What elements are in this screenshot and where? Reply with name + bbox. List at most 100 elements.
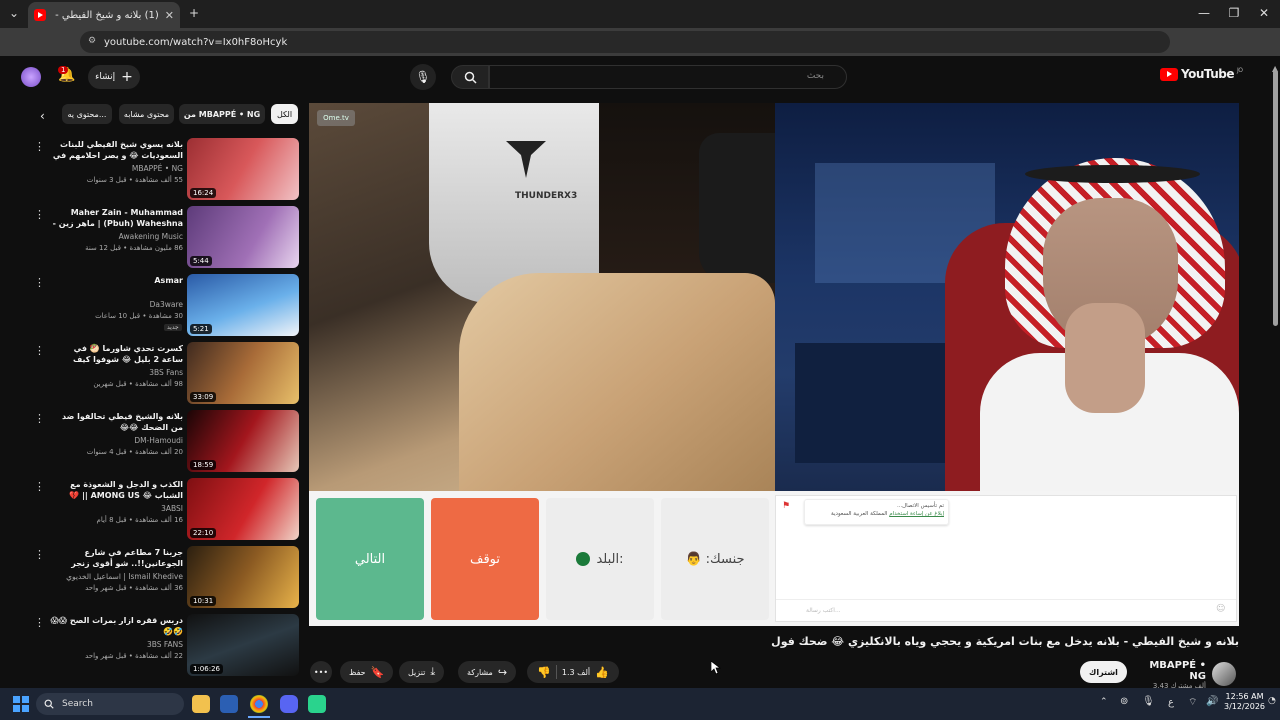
emoji-icon[interactable]: ☺ [1216, 604, 1225, 614]
list-item[interactable]: ⋮ كسرت تحدي شاورما 🥙 في ساعة 2 بليل 😂 شو… [34, 342, 300, 406]
video-title[interactable]: Maher Zain - Muhammad (Pbuh) Waheshna | … [50, 207, 183, 229]
dislike-icon[interactable]: 👎 [537, 666, 551, 679]
tab-title: (1) بلانه و شيخ الفيطي - بلانه [52, 9, 159, 21]
more-options-icon[interactable]: ⋮ [34, 480, 45, 493]
site-info-icon[interactable]: ⚙ [88, 36, 96, 46]
tray-app-icon[interactable]: ⊚ [1120, 696, 1128, 707]
create-button[interactable]: إنشاء + [88, 65, 140, 89]
search-button[interactable] [451, 65, 489, 89]
channel-name[interactable]: 3ABSI [50, 504, 183, 513]
app-icon[interactable] [308, 695, 326, 713]
restore-icon[interactable]: ❐ [1226, 6, 1242, 20]
more-options-icon[interactable]: ⋮ [34, 344, 45, 357]
connection-status-text: تم تأسيس الاتصال... [896, 503, 944, 509]
more-options-icon[interactable]: ⋮ [34, 412, 45, 425]
list-item[interactable]: ⋮ جربنا 7 مطاعم في شارع الجوعانين!!.. شو… [34, 546, 300, 610]
next-button[interactable]: التالي [316, 498, 424, 620]
share-button[interactable]: مشاركة ↪ [458, 661, 517, 683]
video-title[interactable]: الكذب و الدجل و الشعوذة مع الشباب 😂 AMON… [50, 479, 183, 501]
subscribe-button[interactable]: اشتراك [1080, 661, 1127, 683]
wifi-icon[interactable]: ⌔ [1188, 696, 1197, 709]
video-title[interactable]: جربنا 7 مطاعم في شارع الجوعانين!!.. شو أ… [50, 547, 183, 569]
list-item[interactable]: ⋮ بلانه والشيخ فيطي تحالفوا ضد من الضحك … [34, 410, 300, 474]
chat-panel: ⚑ تم تأسيس الاتصال... إبلاغ عن إساءة است… [775, 495, 1237, 622]
address-bar[interactable]: ⚙ youtube.com/watch?v=Ix0hF8oHcyk [80, 31, 1170, 53]
language-indicator[interactable]: ع [1168, 697, 1174, 708]
plus-icon: + [121, 69, 133, 85]
tray-overflow-icon[interactable]: ⌃ [1100, 697, 1108, 707]
video-title[interactable]: دربس ققره ازار بمرات الصح 😱😱🤣🤣 [50, 615, 183, 637]
channel-name[interactable]: DM-Hamoudi [50, 436, 183, 445]
video-title[interactable]: Asmar [50, 275, 183, 286]
notification-center-icon[interactable]: ◔ [1268, 696, 1276, 706]
duration-badge: 10:31 [190, 596, 217, 606]
video-title[interactable]: كسرت تحدي شاورما 🥙 في ساعة 2 بليل 😂 شوفو… [50, 343, 183, 365]
taskbar-search[interactable]: Search [36, 693, 184, 715]
channel-name-main[interactable]: MBAPPÉ • NG [1130, 660, 1206, 682]
chat-input[interactable]: اكتب رسالة... [806, 607, 841, 614]
more-options-icon[interactable]: ⋮ [34, 208, 45, 221]
tab-search-icon[interactable]: ⌄ [6, 6, 22, 20]
browser-tab[interactable]: (1) بلانه و شيخ الفيطي - بلانه ✕ [28, 2, 180, 28]
more-options-icon[interactable]: ⋮ [34, 276, 45, 289]
video-player[interactable]: THUNDERX3 Ome.tv التالي توقف البلد: 👨 :ج… [309, 103, 1239, 626]
channel-name[interactable]: MBAPPÉ • NG [50, 164, 183, 173]
video-title[interactable]: بلانه يسوي شيخ الفيطي للبنات السعوديات 😂… [50, 139, 183, 161]
list-item[interactable]: ⋮ الكذب و الدجل و الشعوذة مع الشباب 😂 AM… [34, 478, 300, 542]
channel-name[interactable]: اسماعيل الخديوي | Ismail Khedive [50, 572, 183, 581]
list-item[interactable]: ⋮ Maher Zain - Muhammad (Pbuh) Waheshna … [34, 206, 300, 270]
country-button[interactable]: البلد: [546, 498, 654, 620]
more-actions-button[interactable]: ••• [310, 661, 332, 683]
new-tab-button[interactable]: + [186, 6, 202, 20]
video-meta: 36 ألف مشاهدة • قبل شهر واحد [85, 584, 183, 592]
more-options-icon[interactable]: ⋮ [34, 140, 45, 153]
video-title[interactable]: بلانه والشيخ فيطي تحالفوا ضد من الضحك 😂😂 [50, 411, 183, 433]
tab-close-icon[interactable]: ✕ [165, 9, 174, 22]
report-abuse-link[interactable]: إبلاغ عن إساءة استخدام [889, 511, 944, 517]
search-input[interactable]: بحث [489, 65, 847, 89]
chip-all[interactable]: الكل [271, 104, 298, 124]
file-explorer-icon[interactable] [192, 695, 210, 713]
chip-from-channel[interactable]: من MBAPPÉ • NG [179, 104, 265, 124]
page-scrollbar[interactable] [1273, 70, 1278, 326]
video-meta: 55 ألف مشاهدة • قبل 3 سنوات [86, 176, 183, 184]
windows-start-icon[interactable] [13, 696, 29, 712]
chips-scroll-left-icon[interactable]: ‹ [40, 109, 45, 123]
channel-avatar[interactable] [1212, 662, 1236, 686]
taskbar-search-icon [44, 699, 54, 709]
chip-related-more[interactable]: محتوى يه... [62, 104, 112, 124]
chat-divider [776, 599, 1236, 600]
chrome-icon[interactable] [250, 695, 268, 713]
download-button[interactable]: تنزيل ⤓ [399, 661, 445, 683]
create-label: إنشاء [95, 72, 116, 82]
minimize-icon[interactable]: — [1196, 6, 1212, 20]
discord-icon[interactable] [280, 695, 298, 713]
volume-icon[interactable]: 🔊 [1206, 696, 1218, 707]
channel-name[interactable]: 3BS FANS [50, 640, 183, 649]
save-button[interactable]: حفظ 🔖 [340, 661, 394, 683]
like-icon[interactable]: 👍 [595, 666, 609, 679]
thunderx3-logo-icon [506, 141, 546, 178]
channel-name[interactable]: 3BS Fans [50, 368, 183, 377]
gender-button[interactable]: 👨 :جنسك [661, 498, 769, 620]
region-code: JO [1237, 67, 1243, 74]
avatar[interactable] [21, 67, 41, 87]
channel-name[interactable]: Awakening Music [50, 232, 183, 241]
list-item[interactable]: ⋮ بلانه يسوي شيخ الفيطي للبنات السعوديات… [34, 138, 300, 202]
chip-similar[interactable]: محتوى مشابه [119, 104, 174, 124]
youtube-logo[interactable]: YouTube JO [1160, 67, 1243, 81]
more-options-icon[interactable]: ⋮ [34, 616, 45, 629]
list-item[interactable]: ⋮ دربس ققره ازار بمرات الصح 😱😱🤣🤣 3BS FAN… [34, 614, 300, 678]
microphone-tray-icon[interactable]: 🎙 [1142, 696, 1155, 707]
close-window-icon[interactable]: ✕ [1256, 6, 1272, 20]
voice-search-icon[interactable]: 🎙 [410, 64, 436, 90]
save-label: حفظ [349, 667, 366, 677]
list-item[interactable]: ⋮ Asmar Da3ware 30 مشاهدة • قبل 10 ساعات… [34, 274, 300, 338]
report-flag-icon[interactable]: ⚑ [782, 501, 790, 511]
system-clock[interactable]: 12:56 AM 3/12/2026 [1224, 692, 1265, 712]
more-options-icon[interactable]: ⋮ [34, 548, 45, 561]
stop-button[interactable]: توقف [431, 498, 539, 620]
microsoft-store-icon[interactable] [220, 695, 238, 713]
channel-name[interactable]: Da3ware [50, 300, 183, 309]
new-badge: جديد [164, 324, 182, 331]
